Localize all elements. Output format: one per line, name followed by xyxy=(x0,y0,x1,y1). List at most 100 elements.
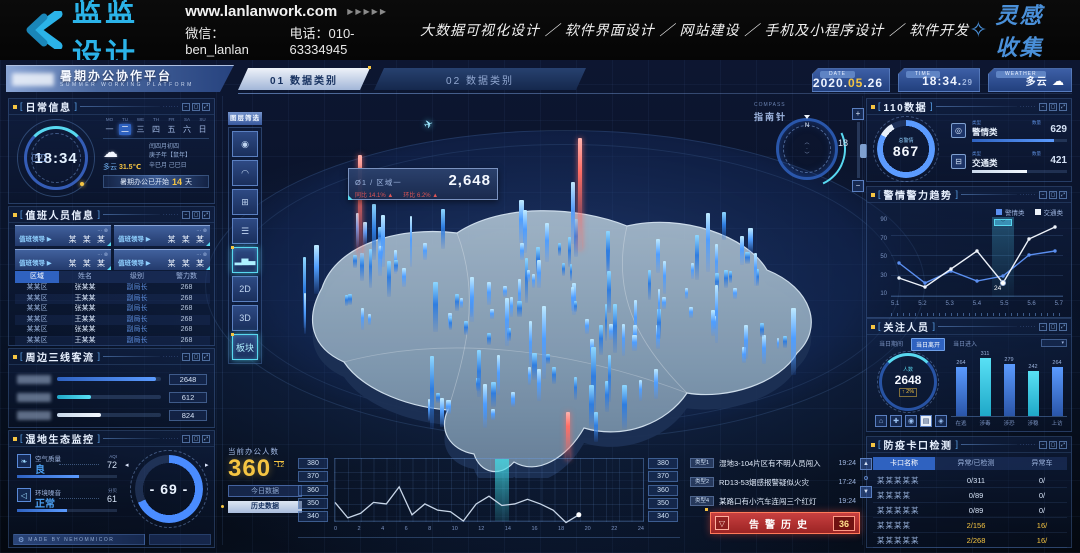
minimize-icon[interactable]: − xyxy=(182,435,190,443)
office-stats: 当前办公人数 360 -12 今日数据 历史数据 xyxy=(228,446,308,513)
window-icon[interactable]: ▢ xyxy=(192,435,200,443)
minimize-icon[interactable]: − xyxy=(1039,103,1047,111)
y-tick-label: 50 xyxy=(871,254,887,260)
alert-row[interactable]: 类型1 湿地3-104片区有不明人员闯入 19:24 xyxy=(690,455,856,471)
office-line-chart[interactable] xyxy=(334,458,644,522)
focus-filter-icon[interactable]: ◈ xyxy=(935,415,947,427)
duty-leader-card[interactable]: 值班领导 ▶⋯ ⊗某 某 某 xyxy=(15,225,111,246)
expand-icon[interactable]: ⤢ xyxy=(202,103,210,111)
alarm-total: 867 xyxy=(893,144,919,159)
zoom-in-button[interactable]: + xyxy=(852,108,864,120)
focus-filter-icon[interactable]: ✚ xyxy=(890,415,902,427)
header-tab[interactable]: 01 数据类别 xyxy=(238,68,370,90)
gauge-right-arrow[interactable]: ▸ xyxy=(205,461,209,469)
zoom-out-button[interactable]: − xyxy=(852,180,864,192)
duty-leader-card[interactable]: 值班领导 ▶⋯ ⊗某 某 某 xyxy=(114,225,210,246)
panel-daily-info: [日常信息]······ −▢⤢ PM 18:34 MO一TU二WE三TH四FR… xyxy=(8,98,215,204)
x-tick-label: 4 xyxy=(381,526,384,532)
map-zoom-slider[interactable]: + − xyxy=(852,108,866,192)
focus-bar: 242 xyxy=(1023,364,1043,416)
minimize-icon[interactable]: − xyxy=(1039,323,1047,331)
minimize-icon[interactable]: − xyxy=(182,211,190,219)
minimize-icon[interactable]: − xyxy=(1039,191,1047,199)
history-data-button[interactable]: 历史数据 xyxy=(228,501,302,513)
window-icon[interactable]: ▢ xyxy=(1049,191,1057,199)
temperature: 31.5℃ xyxy=(119,164,141,171)
focus-tab[interactable]: 当日离开 xyxy=(911,338,945,351)
layer-button[interactable]: ◉ xyxy=(232,131,258,157)
layer-button[interactable]: ⊞ xyxy=(232,189,258,215)
clock-time: 18:34 xyxy=(34,150,77,167)
expand-icon[interactable]: ⤢ xyxy=(1059,323,1067,331)
trend-plot[interactable]: ﹀ 24 xyxy=(891,217,1063,297)
alert-row[interactable]: 类型4 某路口有小汽车连闯三个红灯 19:24 xyxy=(690,493,856,509)
alarm-gauge: 总警情867 xyxy=(877,120,935,178)
window-icon[interactable]: ▢ xyxy=(192,103,200,111)
inspiration-collect[interactable]: ✧ 灵感收集 xyxy=(969,0,1050,62)
duty-leader-card[interactable]: 值班领导 ▶⋯ ⊗某 某 某 xyxy=(15,249,111,270)
layer-button[interactable]: ☰ xyxy=(232,218,258,244)
alert-history-banner[interactable]: ▽ 告警历史 36 xyxy=(710,512,860,534)
layer-button[interactable]: ◠ xyxy=(232,160,258,186)
map-marker-icon[interactable]: ✈ xyxy=(422,117,435,132)
duty-table-row: 某某区王某某副局长268 xyxy=(15,315,210,326)
window-icon[interactable]: ▢ xyxy=(192,353,200,361)
scroll-up-icon[interactable]: ▲ xyxy=(860,458,872,470)
aqi-value: 72 xyxy=(107,460,117,470)
minimize-icon[interactable]: − xyxy=(182,103,190,111)
y-tick-box: 360 xyxy=(298,485,328,496)
website-link[interactable]: www.lanlanwork.com xyxy=(185,3,337,20)
office-chart-svg xyxy=(335,459,643,521)
compass-dial[interactable]: N ︿·﹀ xyxy=(776,118,838,180)
focus-tab[interactable]: 当日期间 xyxy=(875,338,907,351)
y-tick-label: 90 xyxy=(871,217,887,223)
window-icon[interactable]: ▢ xyxy=(1049,323,1057,331)
trend-tick-strip xyxy=(891,313,1063,316)
layer-button[interactable]: 3D xyxy=(232,305,258,331)
x-tick-label: 8 xyxy=(428,526,431,532)
zoom-track[interactable] xyxy=(857,122,860,178)
region-map[interactable] xyxy=(252,178,868,478)
alert-row[interactable]: 类型2 RD13-53烟感报警疑似火灾 17:24 xyxy=(690,474,856,490)
duty-leader-cards: 值班领导 ▶⋯ ⊗某 某 某值班领导 ▶⋯ ⊗某 某 某值班领导 ▶⋯ ⊗某 某… xyxy=(15,225,210,270)
weekday-item[interactable]: FR五 xyxy=(165,117,178,135)
gauge-left-arrow[interactable]: ◂ xyxy=(125,461,129,469)
expand-icon[interactable]: ⤢ xyxy=(1059,441,1067,449)
header-tab[interactable]: 02 数据类别 xyxy=(374,68,586,90)
weekday-item[interactable]: SU日 xyxy=(196,117,209,135)
expand-icon[interactable]: ⤢ xyxy=(1059,191,1067,199)
scroll-down-icon[interactable]: ▼ xyxy=(860,486,872,498)
focus-filter-icon[interactable]: ◉ xyxy=(905,415,917,427)
layer-button[interactable]: 板块 xyxy=(232,334,258,360)
weekday-item[interactable]: TH四 xyxy=(150,117,163,135)
dropdown-select[interactable]: ▾ xyxy=(1041,339,1067,347)
collect-label: 灵感收集 xyxy=(996,0,1050,62)
layer-button[interactable]: 2D xyxy=(232,276,258,302)
panel-title: 防疫卡口检测 xyxy=(884,437,953,452)
weekday-item[interactable]: TU二 xyxy=(119,117,132,135)
expand-icon[interactable]: ⤢ xyxy=(202,353,210,361)
layer-button[interactable]: ▂▅▃ xyxy=(232,247,258,273)
weekday-item[interactable]: SA六 xyxy=(181,117,194,135)
page-subtitle: SUMMER WORKING PLATFORM xyxy=(60,83,194,89)
panel-title: 值班人员信息 xyxy=(26,207,95,222)
minimize-icon[interactable]: − xyxy=(182,353,190,361)
expand-icon[interactable]: ⤢ xyxy=(202,211,210,219)
legend-swatch xyxy=(996,209,1002,215)
duty-leader-card[interactable]: 值班领导 ▶⋯ ⊗某 某 某 xyxy=(114,249,210,270)
weekday-item[interactable]: MO一 xyxy=(103,117,116,135)
banner-dot-decoration xyxy=(705,508,708,511)
x-tick-label: 5.3 xyxy=(946,301,954,307)
weekday-item[interactable]: WE三 xyxy=(134,117,147,135)
window-icon[interactable]: ▢ xyxy=(192,211,200,219)
legend-item[interactable]: 交通类 xyxy=(1035,207,1064,217)
focus-filter-icon[interactable]: ⌂ xyxy=(875,415,887,427)
expand-icon[interactable]: ⤢ xyxy=(202,435,210,443)
window-icon[interactable]: ▢ xyxy=(1049,103,1057,111)
expand-icon[interactable]: ⤢ xyxy=(1059,103,1067,111)
minimize-icon[interactable]: − xyxy=(1039,441,1047,449)
focus-filter-icon[interactable]: ▤ xyxy=(920,415,932,427)
window-icon[interactable]: ▢ xyxy=(1049,441,1057,449)
legend-item[interactable]: 警情类 xyxy=(996,207,1025,217)
today-data-button[interactable]: 今日数据 xyxy=(228,485,302,497)
